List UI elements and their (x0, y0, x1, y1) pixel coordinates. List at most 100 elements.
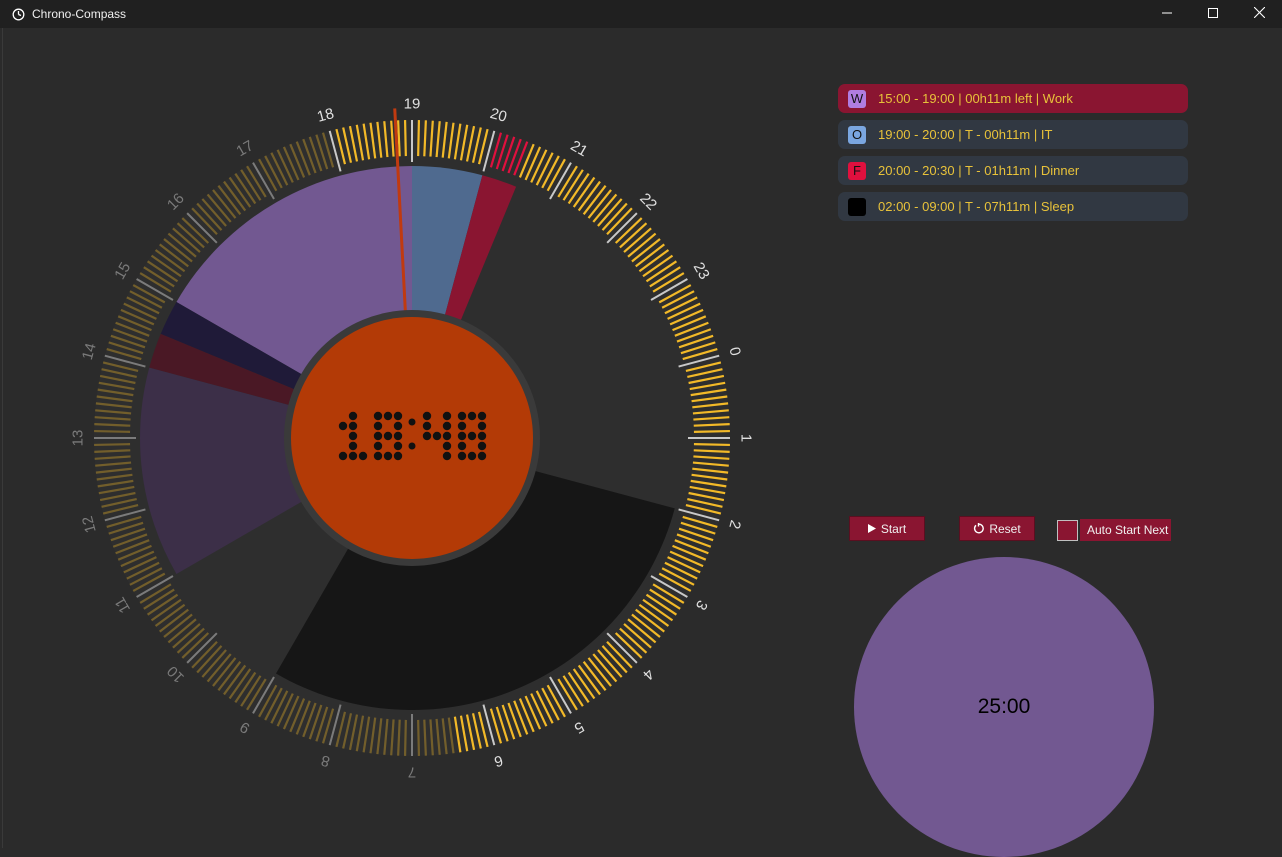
clock-digit-dot (373, 431, 383, 441)
clock-center (291, 317, 533, 559)
reset-icon (973, 523, 985, 534)
clock-colon-dot (408, 418, 416, 426)
clock-digit-dot (457, 411, 467, 421)
clock-digit-dot (358, 451, 368, 461)
clock-digit-dot (373, 451, 383, 461)
maximize-button[interactable] (1190, 0, 1236, 28)
hour-label-3: 3 (692, 597, 711, 613)
clock-digit-dot (442, 431, 452, 441)
clock-digit-dot (348, 411, 358, 421)
hour-label-6: 6 (492, 751, 504, 770)
schedule-list: W 15:00 - 19:00 | 00h11m left | Work O 1… (838, 84, 1188, 228)
clock-digit-dot (373, 411, 383, 421)
clock-digit-dot (348, 441, 358, 451)
schedule-badge (848, 197, 866, 216)
clock-digit-dot (442, 451, 452, 461)
timer-icon (11, 7, 25, 21)
clock-colon-dot (408, 442, 416, 450)
schedule-item-it[interactable]: O 19:00 - 20:00 | T - 00h11m | IT (838, 120, 1188, 149)
clock-digit-dot (442, 411, 452, 421)
hour-label-19: 19 (404, 96, 421, 113)
clock-digit-dot (477, 451, 487, 461)
minute-tick (403, 719, 407, 756)
auto-start-checkbox[interactable] (1057, 519, 1078, 541)
reset-button[interactable]: Reset (959, 516, 1035, 541)
auto-start-toggle[interactable]: Auto Start Next (1057, 518, 1172, 542)
start-button[interactable]: Start (849, 516, 925, 541)
hour-label-0: 0 (725, 345, 744, 357)
hour-label-10: 10 (164, 662, 188, 686)
minute-tick (417, 719, 421, 756)
hour-label-20: 20 (488, 105, 509, 126)
clock-digit-dot (422, 411, 432, 421)
minute-tick (693, 429, 730, 433)
hour-label-11: 11 (111, 594, 134, 616)
minute-tick (423, 120, 427, 157)
minute-tick (693, 443, 730, 447)
minute-tick (403, 120, 407, 157)
clock-digit-dot (467, 411, 477, 421)
clock-digit-dot (393, 411, 403, 421)
minute-tick (94, 423, 131, 427)
hour-label-17: 17 (234, 137, 257, 160)
hour-label-7: 7 (408, 764, 416, 781)
hour-label-5: 5 (571, 718, 587, 737)
reset-label: Reset (989, 521, 1021, 536)
pomodoro-time: 25:00 (977, 695, 1031, 718)
schedule-text: 20:00 - 20:30 | T - 01h11m | Dinner (878, 163, 1080, 178)
clock-digit-dot (383, 431, 393, 441)
hour-label-13: 13 (70, 430, 87, 447)
clock-digit-dot (393, 451, 403, 461)
clock-digit-dot (457, 441, 467, 451)
clock-digit-dot (393, 421, 403, 431)
clock-digit-dot (442, 441, 452, 451)
hour-label-15: 15 (111, 260, 134, 283)
close-icon (1253, 5, 1265, 23)
clock-digit-dot (373, 421, 383, 431)
hour-label-8: 8 (319, 751, 331, 770)
clock-digit-dot (432, 431, 442, 441)
minute-tick (94, 443, 131, 447)
schedule-item-sleep[interactable]: 02:00 - 09:00 | T - 07h11m | Sleep (838, 192, 1188, 221)
minimize-icon (1162, 5, 1172, 23)
minute-tick (94, 429, 131, 433)
clock-digit-dot (467, 431, 477, 441)
pomodoro-timer[interactable]: 25:00 (854, 557, 1154, 857)
clock-digit-dot (457, 421, 467, 431)
clock-digit-dot (477, 431, 487, 441)
schedule-badge: O (848, 125, 866, 144)
clock-digit-dot (442, 421, 452, 431)
play-icon (867, 524, 876, 533)
clock-digit-dot (383, 411, 393, 421)
schedule-item-work[interactable]: W 15:00 - 19:00 | 00h11m left | Work (838, 84, 1188, 113)
schedule-badge: F (848, 161, 866, 180)
hour-label-23: 23 (690, 260, 713, 283)
auto-start-label: Auto Start Next (1080, 519, 1172, 541)
clock-digit-dot (338, 421, 348, 431)
clock-digit-dot (422, 421, 432, 431)
minute-tick (397, 719, 401, 756)
schedule-text: 02:00 - 09:00 | T - 07h11m | Sleep (878, 199, 1075, 214)
close-button[interactable] (1236, 0, 1282, 28)
hour-label-9: 9 (237, 718, 253, 737)
hour-label-14: 14 (79, 341, 100, 362)
minute-tick (693, 423, 730, 427)
minute-tick (417, 120, 421, 157)
minimize-button[interactable] (1144, 0, 1190, 28)
minute-tick (423, 719, 427, 756)
minute-tick (94, 449, 131, 453)
schedule-text: 15:00 - 19:00 | 00h11m left | Work (878, 91, 1073, 106)
schedule-badge: W (848, 89, 866, 108)
clock-digit-dot (383, 451, 393, 461)
hour-label-4: 4 (639, 665, 657, 683)
main-content: 0 1 2 3 4 5 6 7 8 9 10 11 12 13 14 15 16 17 18 19 20 21 22 23 W… (2, 28, 1281, 857)
hour-label-1: 1 (738, 434, 755, 442)
hour-label-2: 2 (725, 518, 744, 530)
clock-digit-dot (348, 431, 358, 441)
clock-digit-dot (457, 431, 467, 441)
clock-digit-dot (338, 451, 348, 461)
start-label: Start (880, 521, 907, 536)
schedule-item-dinner[interactable]: F 20:00 - 20:30 | T - 01h11m | Dinner (838, 156, 1188, 185)
hour-label-21: 21 (568, 137, 591, 160)
clock-dial: 01234567891011121314151617181920212223 (70, 96, 755, 781)
